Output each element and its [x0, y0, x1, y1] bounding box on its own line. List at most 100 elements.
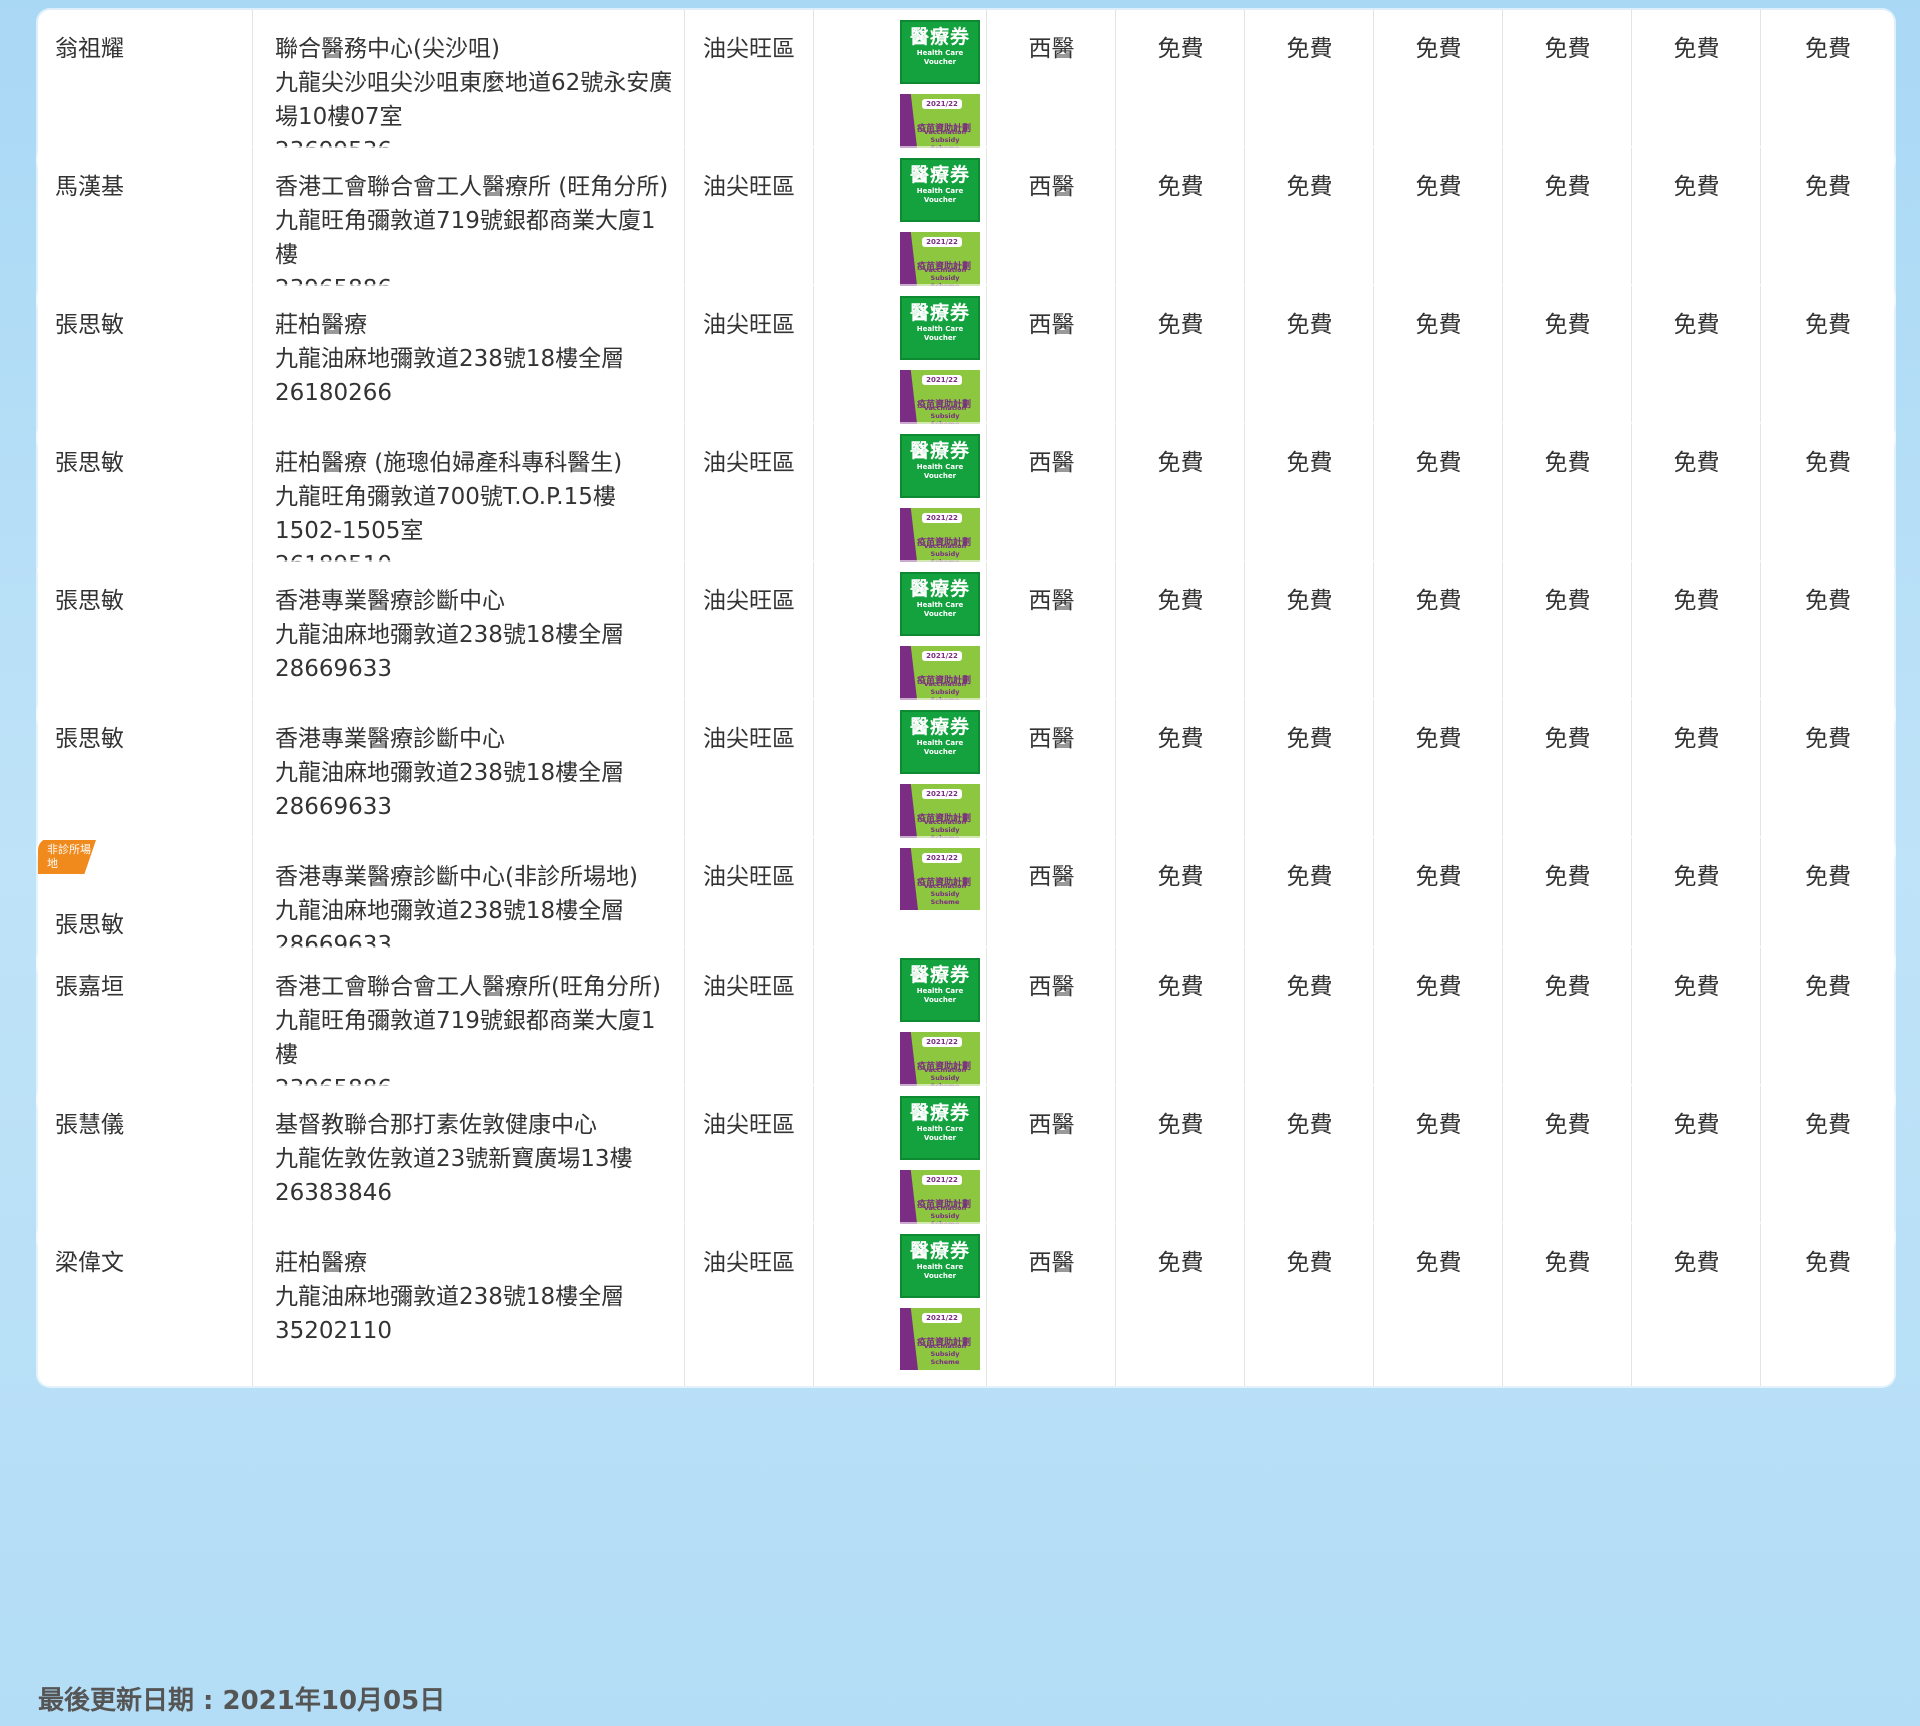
doctor-name: 張思敏 [55, 450, 124, 476]
clinic-phone: 26383846 [275, 1180, 393, 1206]
clinic-address: 九龍油麻地彌敦道238號18樓全層 [275, 760, 625, 786]
fee-wrap: 免費 [1374, 10, 1503, 66]
district-wrap: 油尖旺區 [685, 148, 814, 204]
fee-wrap: 免費 [1116, 148, 1245, 204]
service-type: 西醫 [1028, 974, 1075, 1000]
vaccination-subsidy-scheme-logo: 2021/22疫苗資助計劃Vaccination Subsidy Scheme [900, 508, 980, 570]
voucher-logo-subtitle: Health Care Voucher [916, 1263, 964, 1280]
fee-text: 免費 [1286, 726, 1333, 752]
clinic-name: 香港專業醫療診斷中心(非診所場地) [275, 864, 638, 890]
clinic-name: 莊柏醫療 (施璁伯婦產科專科醫生) [275, 450, 623, 476]
clinic-info: 莊柏醫療 (施璁伯婦產科專科醫生) 九龍旺角彌敦道700號T.O.P.15樓150… [253, 424, 685, 579]
clinic-address: 九龍尖沙咀尖沙咀東麼地道62號永安廣場10樓07室 [275, 70, 673, 130]
clinic-name: 香港專業醫療診斷中心 [275, 726, 505, 752]
fee-wrap: 免費 [1116, 700, 1245, 756]
fee-wrap: 免費 [1116, 1086, 1245, 1142]
clinic-address: 九龍旺角彌敦道719號銀都商業大廈1樓 [275, 208, 656, 268]
fee-text: 免費 [1286, 974, 1333, 1000]
fee-wrap: 免費 [1503, 838, 1632, 894]
voucher-logo-title: 醫療券 [909, 302, 970, 324]
voucher-logo-title: 醫療券 [909, 26, 970, 48]
vaccination-subsidy-scheme-logo: 2021/22疫苗資助計劃Vaccination Subsidy Scheme [900, 94, 980, 156]
clinic-info: 香港專業醫療診斷中心 九龍油麻地彌敦道238號18樓全層 28669633 [253, 700, 685, 824]
fee-text: 免費 [1157, 174, 1204, 200]
fee-cell: 免費 [1760, 424, 1894, 579]
vss-logo-year: 2021/22 [922, 1175, 962, 1185]
clinic-address: 九龍旺角彌敦道700號T.O.P.15樓1502-1505室 [275, 484, 616, 544]
vss-logo-year: 2021/22 [922, 1313, 962, 1323]
table-row[interactable]: 梁偉文 莊柏醫療 九龍油麻地彌敦道238號18樓全層 35202110 油尖旺區 醫療券 H… [38, 1224, 1894, 1386]
table-row[interactable]: 張思敏 莊柏醫療 (施璁伯婦產科專科醫生) 九龍旺角彌敦道700號T.O.P.15樓… [38, 424, 1894, 579]
fee-text: 免費 [1673, 312, 1720, 338]
vss-logo-year: 2021/22 [922, 789, 962, 799]
fee-cell: 免費 [1244, 424, 1374, 579]
fee-text: 免費 [1415, 1250, 1462, 1276]
health-care-voucher-logo: 醫療券 Health Care Voucher [900, 1234, 980, 1298]
fee-wrap: 免費 [1116, 286, 1245, 342]
voucher-logo-title: 醫療券 [909, 1102, 970, 1124]
fee-text: 免費 [1415, 974, 1462, 1000]
fee-wrap: 免費 [1761, 700, 1894, 756]
district-wrap: 油尖旺區 [685, 424, 814, 480]
voucher-logo-subtitle: Health Care Voucher [916, 187, 964, 204]
clinic-name: 莊柏醫療 [275, 312, 367, 338]
fee-text: 免費 [1415, 174, 1462, 200]
fee-text: 免費 [1673, 588, 1720, 614]
doctor-name-wrap: 梁偉文 [38, 1224, 252, 1280]
fee-text: 免費 [1157, 974, 1204, 1000]
district-wrap: 油尖旺區 [685, 10, 814, 66]
fee-wrap: 免費 [1761, 1086, 1894, 1142]
doctor-name: 張思敏 [55, 312, 124, 338]
fee-wrap: 免費 [1761, 948, 1894, 1004]
scheme-logos-cell: 醫療券 Health Care Voucher 2021/22 疫苗資助計劃 Vacci… [813, 1224, 987, 1386]
service-type: 西醫 [1028, 864, 1075, 890]
fee-text: 免費 [1673, 864, 1720, 890]
district-text: 油尖旺區 [703, 174, 795, 200]
fee-wrap: 免費 [1374, 286, 1503, 342]
fee-text: 免費 [1415, 312, 1462, 338]
district-wrap: 油尖旺區 [685, 286, 814, 342]
vss-logo-year: 2021/22 [922, 853, 962, 863]
district-cell: 油尖旺區 [684, 424, 814, 579]
fee-wrap: 免費 [1632, 424, 1761, 480]
vaccination-subsidy-scheme-logo: 2021/22疫苗資助計劃Vaccination Subsidy Scheme [900, 784, 980, 846]
clinic-name: 香港工會聯合會工人醫療所(旺角分所) [275, 974, 661, 1000]
service-type: 西醫 [1028, 1112, 1075, 1138]
clinic-address: 九龍油麻地彌敦道238號18樓全層 [275, 1284, 625, 1310]
service-type-wrap: 西醫 [987, 562, 1116, 618]
clinic-info: 莊柏醫療九龍油麻地彌敦道238號18樓全層 26180266 [253, 286, 685, 410]
fee-cell: 免費 [1631, 1224, 1761, 1386]
clinic-name: 香港工會聯合會工人醫療所 (旺角分所) [275, 174, 669, 200]
fee-wrap: 免費 [1761, 148, 1894, 204]
fee-wrap: 免費 [1245, 10, 1374, 66]
doctor-name: 張慧儀 [55, 1112, 124, 1138]
fee-text: 免費 [1286, 1250, 1333, 1276]
fee-wrap: 免費 [1245, 1086, 1374, 1142]
fee-cell: 免費 [1373, 424, 1503, 579]
fee-text: 免費 [1805, 1112, 1851, 1138]
vaccination-subsidy-scheme-logo: 2021/22疫苗資助計劃Vaccination Subsidy Scheme [900, 370, 980, 432]
fee-wrap: 免費 [1374, 1224, 1503, 1280]
district-text: 油尖旺區 [703, 588, 795, 614]
health-care-voucher-logo: 醫療券 Health Care Voucher [900, 710, 980, 774]
district-text: 油尖旺區 [703, 726, 795, 752]
fee-wrap: 免費 [1632, 1086, 1761, 1142]
doctor-name-wrap: 張嘉垣 [38, 948, 252, 1004]
district-text: 油尖旺區 [703, 1250, 795, 1276]
fee-text: 免費 [1157, 1250, 1204, 1276]
fee-wrap: 免費 [1503, 148, 1632, 204]
fee-text: 免費 [1415, 588, 1462, 614]
service-type-wrap: 西醫 [987, 424, 1116, 480]
clinic-phone: 26180266 [275, 380, 393, 406]
fee-wrap: 免費 [1503, 948, 1632, 1004]
fee-text: 免費 [1673, 1250, 1720, 1276]
doctor-name-cell: 梁偉文 [38, 1224, 252, 1386]
fee-wrap: 免費 [1374, 838, 1503, 894]
fee-wrap: 免費 [1116, 838, 1245, 894]
fee-wrap: 免費 [1116, 424, 1245, 480]
district-wrap: 油尖旺區 [685, 562, 814, 618]
fee-wrap: 免費 [1761, 562, 1894, 618]
clinic-address: 九龍油麻地彌敦道238號18樓全層 [275, 622, 625, 648]
clinic-address: 九龍油麻地彌敦道238號18樓全層 [275, 346, 625, 372]
vss-logo-title-en: Vaccination Subsidy Scheme [923, 882, 967, 906]
